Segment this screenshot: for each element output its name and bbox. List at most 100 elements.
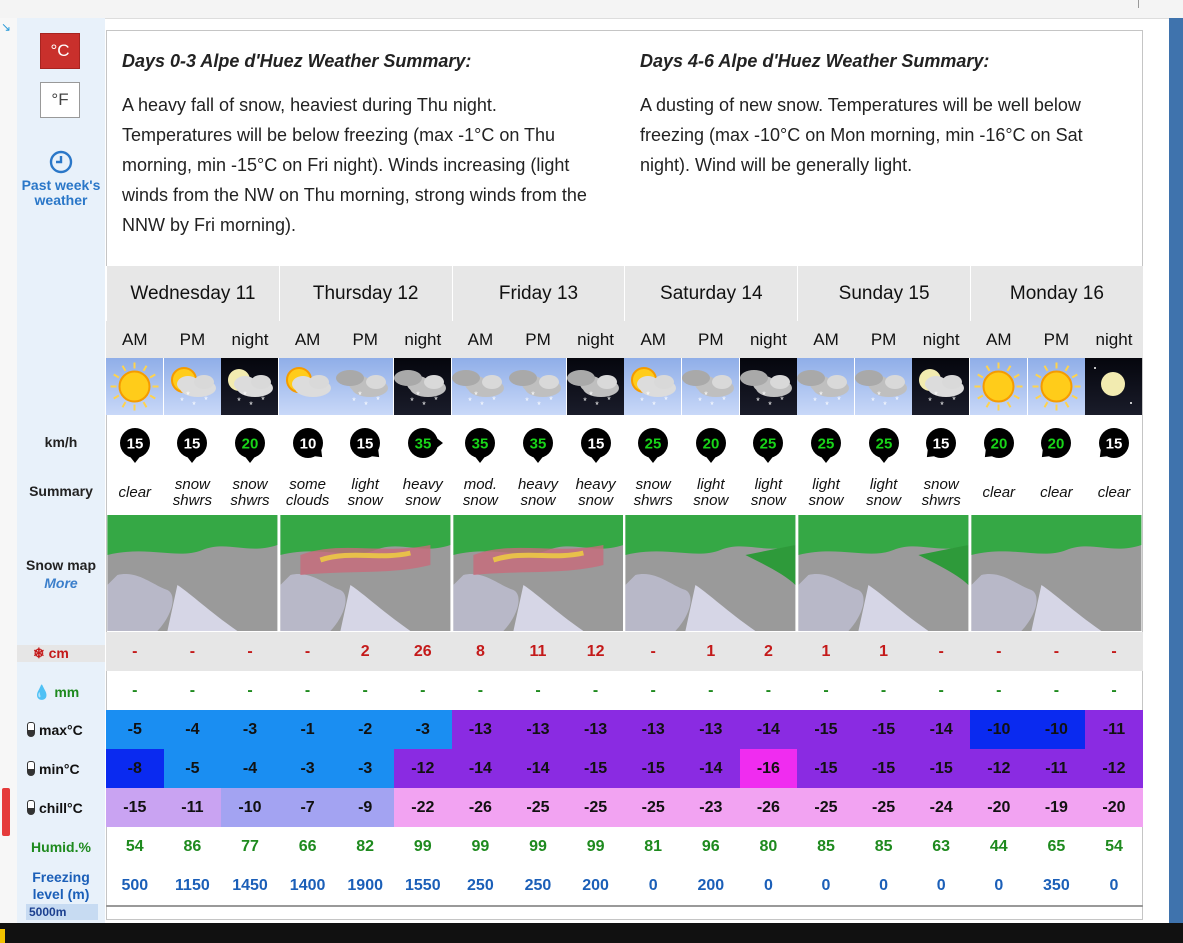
snow-value: - <box>1085 632 1143 671</box>
freezing-level-value: 500 <box>121 877 149 894</box>
snow-value: 2 <box>739 632 798 671</box>
snow-map-image[interactable] <box>107 515 278 631</box>
wind-arrow-icon: 20 <box>1028 426 1086 462</box>
min-temp-value: -15 <box>912 749 970 788</box>
wind-arrow-icon: 15 <box>1085 426 1143 462</box>
max-temp-value: -11 <box>1085 710 1143 749</box>
summary-right-title: Days 4-6 Alpe d'Huez Weather Summary: <box>640 51 990 71</box>
wind-arrow-icon: 20 <box>970 426 1028 462</box>
max-temp-value: -1 <box>278 710 337 749</box>
snow-map-label: Snow map <box>25 557 96 573</box>
period-label: AM <box>278 321 337 358</box>
past-weather-label: Past week's weather <box>21 177 101 208</box>
weather-cloud-snow-icon: * * * * <box>797 358 855 415</box>
svg-text:*: * <box>837 395 841 405</box>
rain-value: - <box>535 682 541 699</box>
rain-row-label: 💧 mm <box>17 684 105 701</box>
snow-value: - <box>221 632 279 671</box>
svg-text:*: * <box>819 390 823 400</box>
celsius-button[interactable]: °C <box>40 33 80 69</box>
chill-temp-value: -19 <box>1027 788 1086 827</box>
chill-temp-value: -26 <box>739 788 798 827</box>
period-label: night <box>1085 321 1143 358</box>
max-temp-value: -15 <box>854 710 913 749</box>
period-label: PM <box>336 321 394 358</box>
summary-row-label: Summary <box>29 483 93 499</box>
svg-text:*: * <box>422 400 426 410</box>
svg-text:*: * <box>180 396 184 406</box>
min-temp-value: -12 <box>394 749 452 788</box>
rain-value: - <box>823 682 829 699</box>
past-weather-link[interactable]: Past week's weather <box>17 150 105 208</box>
rain-value: - <box>1111 682 1117 699</box>
max-temp-value: -3 <box>394 710 452 749</box>
period-label: night <box>912 321 970 358</box>
summary-left-title: Days 0-3 Alpe d'Huez Weather Summary: <box>122 51 472 71</box>
freezing-level-value: 350 <box>1043 877 1070 894</box>
min-temp-value: -16 <box>739 749 798 788</box>
weather-sun-icon <box>970 358 1028 415</box>
day-header: Monday 16 <box>970 266 1143 321</box>
snow-unit: cm <box>48 645 69 661</box>
svg-text:*: * <box>549 395 553 405</box>
summary-text: clear <box>1097 484 1131 501</box>
rain-value: - <box>765 682 772 699</box>
scrollbar[interactable] <box>1169 18 1183 923</box>
svg-text:35: 35 <box>472 436 489 453</box>
expand-arrow-icon[interactable]: ↘ <box>1 20 11 34</box>
max-temp-value: -2 <box>336 710 394 749</box>
max-temp-value: -4 <box>163 710 222 749</box>
snow-map-more-link[interactable]: More <box>17 575 105 591</box>
chill-temp-value: -26 <box>451 788 510 827</box>
wind-arrow-icon: 15 <box>567 426 625 463</box>
snow-map-image[interactable] <box>625 515 796 631</box>
svg-text:*: * <box>353 396 357 406</box>
max-temp-value: -5 <box>106 710 164 749</box>
snow-value: - <box>912 632 970 671</box>
snow-map-image[interactable] <box>452 515 624 631</box>
humidity-value: 86 <box>183 838 202 855</box>
snow-map-image[interactable] <box>280 515 451 631</box>
snow-value: 8 <box>451 632 510 671</box>
min-temp-value: -15 <box>566 749 625 788</box>
freezing-level-value: 1400 <box>289 877 326 894</box>
wind-arrow-icon: 35 <box>452 426 510 463</box>
svg-text:*: * <box>929 396 933 406</box>
freezing-level-value: 1900 <box>347 877 383 894</box>
svg-text:*: * <box>359 390 363 400</box>
snow-map-image[interactable] <box>798 515 969 631</box>
chill-temp-value: -11 <box>163 788 222 827</box>
chill-temp-value: -7 <box>278 788 337 827</box>
chill-temp-value: -9 <box>336 788 394 827</box>
freezing-level-value: 200 <box>582 877 609 894</box>
svg-text:15: 15 <box>933 436 950 453</box>
summary-text: clear <box>1040 484 1073 501</box>
snow-map-image[interactable] <box>971 515 1142 631</box>
wind-arrow-icon: 15 <box>164 426 222 463</box>
max-temp-value: -10 <box>970 710 1028 749</box>
humidity-value: 99 <box>586 838 605 855</box>
period-label: PM <box>509 321 567 358</box>
weather-sun-icon <box>106 358 164 415</box>
period-label: AM <box>970 321 1028 358</box>
weather-cloud-snow-night-icon: * * * * <box>739 358 798 415</box>
weather-cloud-snow-icon: * * * * <box>509 358 567 415</box>
freezing-level-value: 0 <box>648 877 658 894</box>
fahrenheit-button[interactable]: °F <box>40 82 80 118</box>
svg-text:35: 35 <box>530 436 547 453</box>
summary-text: clear <box>118 484 152 501</box>
humidity-value: 81 <box>644 838 663 855</box>
min-temp-value: -12 <box>1085 749 1143 788</box>
rain-value: - <box>938 682 944 699</box>
wind-arrow-icon: 15 <box>106 426 164 463</box>
summary-text: light snow <box>808 476 844 509</box>
feedback-tab[interactable] <box>2 788 10 836</box>
weather-cloud-snow-night-icon: * * * * <box>566 358 625 415</box>
wind-arrow-icon: 25 <box>797 426 855 463</box>
snow-value: 1 <box>797 632 855 671</box>
day-header: Thursday 12 <box>278 266 452 321</box>
min-temp-value: -15 <box>854 749 913 788</box>
weather-sun-cloud-icon <box>278 358 337 415</box>
svg-text:*: * <box>237 396 241 406</box>
snow-value: - <box>163 632 222 671</box>
